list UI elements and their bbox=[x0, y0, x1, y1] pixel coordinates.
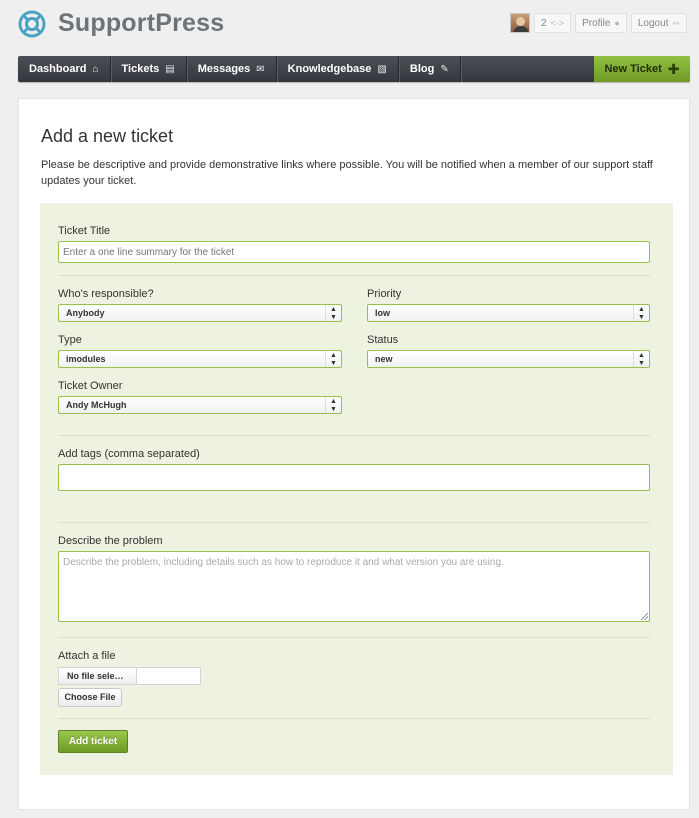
logo[interactable]: SupportPress bbox=[18, 9, 224, 38]
divider bbox=[58, 275, 650, 276]
responsible-value: Anybody bbox=[66, 308, 105, 318]
ticket-owner-select[interactable]: Andy McHugh ▲ ▼ bbox=[58, 396, 342, 414]
main-nav: Dashboard ⌂ Tickets ▤ Messages ✉ Knowled… bbox=[18, 56, 690, 82]
page-title: Add a new ticket bbox=[41, 126, 174, 146]
status-select[interactable]: new ▲ ▼ bbox=[367, 350, 650, 368]
nav-item-tickets[interactable]: Tickets ▤ bbox=[111, 56, 187, 82]
nav-item-label: Messages bbox=[197, 63, 251, 75]
nav-item-dashboard[interactable]: Dashboard ⌂ bbox=[18, 56, 111, 82]
nav-item-label: Blog bbox=[409, 63, 435, 75]
envelope-icon: ✉ bbox=[256, 63, 265, 75]
responsible-label: Who's responsible? bbox=[58, 288, 154, 300]
new-ticket-button[interactable]: New Ticket ✚ bbox=[594, 56, 690, 82]
logout-button[interactable]: Logout ⇨ bbox=[630, 13, 687, 33]
messages-count: 2 bbox=[540, 17, 547, 29]
problem-textarea[interactable]: Describe the problem, including details … bbox=[58, 551, 650, 622]
updown-arrows-icon: ▲ ▼ bbox=[633, 305, 649, 321]
ticket-title-label: Ticket Title bbox=[58, 225, 111, 237]
resize-grip-icon[interactable] bbox=[641, 613, 648, 620]
main-card: Add a new ticket Please be descriptive a… bbox=[18, 98, 690, 810]
priority-select[interactable]: low ▲ ▼ bbox=[367, 304, 650, 322]
add-ticket-button[interactable]: Add ticket bbox=[58, 730, 128, 753]
type-label: Type bbox=[58, 334, 82, 346]
attach-label: Attach a file bbox=[58, 650, 116, 662]
nav-item-messages[interactable]: Messages ✉ bbox=[187, 56, 277, 82]
avatar[interactable] bbox=[509, 13, 530, 33]
logout-label: Logout bbox=[637, 17, 669, 29]
problem-label: Describe the problem bbox=[58, 535, 163, 547]
new-ticket-form: Ticket Title Who's responsible? Anybody … bbox=[40, 203, 673, 775]
responsible-select[interactable]: Anybody ▲ ▼ bbox=[58, 304, 342, 322]
priority-label: Priority bbox=[367, 288, 402, 300]
choose-file-button[interactable]: Choose File bbox=[58, 688, 122, 707]
status-value: new bbox=[375, 354, 393, 364]
updown-arrows-icon: ▲ ▼ bbox=[325, 397, 341, 413]
user-bar: 2 <·> Profile ● Logout ⇨ bbox=[509, 13, 687, 33]
ticket-title-input[interactable] bbox=[58, 241, 650, 263]
new-ticket-label: New Ticket bbox=[604, 63, 662, 75]
page-intro: Please be descriptive and provide demons… bbox=[41, 159, 653, 187]
nav-item-blog[interactable]: Blog ✎ bbox=[399, 56, 461, 82]
home-icon: ⌂ bbox=[92, 63, 99, 75]
book-icon: ▧ bbox=[377, 63, 387, 75]
nav-item-label: Dashboard bbox=[29, 63, 87, 75]
person-icon: ● bbox=[614, 18, 620, 28]
nav-item-label: Knowledgebase bbox=[287, 63, 372, 75]
app-name: SupportPress bbox=[58, 9, 225, 37]
problem-placeholder: Describe the problem, including details … bbox=[63, 557, 504, 568]
pencil-icon: ✎ bbox=[440, 63, 449, 75]
tags-label: Add tags (comma separated) bbox=[58, 448, 200, 460]
exit-icon: ⇨ bbox=[672, 17, 680, 28]
updown-arrows-icon: ▲ ▼ bbox=[325, 351, 341, 367]
type-value: imodules bbox=[66, 354, 106, 364]
profile-label: Profile bbox=[582, 17, 611, 29]
ticket-owner-value: Andy McHugh bbox=[66, 400, 127, 410]
profile-button[interactable]: Profile ● bbox=[575, 13, 627, 33]
updown-arrows-icon: ▲ ▼ bbox=[633, 351, 649, 367]
updown-arrows-icon: ▲ ▼ bbox=[325, 305, 341, 321]
type-select[interactable]: imodules ▲ ▼ bbox=[58, 350, 342, 368]
tags-input[interactable] bbox=[58, 464, 650, 491]
nav-item-knowledgebase[interactable]: Knowledgebase ▧ bbox=[277, 56, 399, 82]
ticket-icon: ▤ bbox=[165, 63, 175, 75]
divider bbox=[58, 522, 650, 523]
plus-icon: ✚ bbox=[667, 60, 680, 77]
status-label: Status bbox=[367, 334, 399, 346]
divider bbox=[58, 435, 650, 436]
priority-value: low bbox=[375, 308, 390, 318]
messages-count-chip[interactable]: 2 <·> bbox=[533, 13, 572, 33]
eye-icon: <·> bbox=[550, 18, 565, 28]
divider bbox=[58, 637, 650, 638]
divider bbox=[58, 718, 650, 719]
file-status-box: No file sele… bbox=[58, 667, 201, 685]
nav-item-label: Tickets bbox=[121, 63, 160, 75]
ticket-owner-label: Ticket Owner bbox=[58, 380, 123, 392]
lifebuoy-icon bbox=[18, 10, 46, 38]
file-status: No file sele… bbox=[59, 668, 137, 684]
